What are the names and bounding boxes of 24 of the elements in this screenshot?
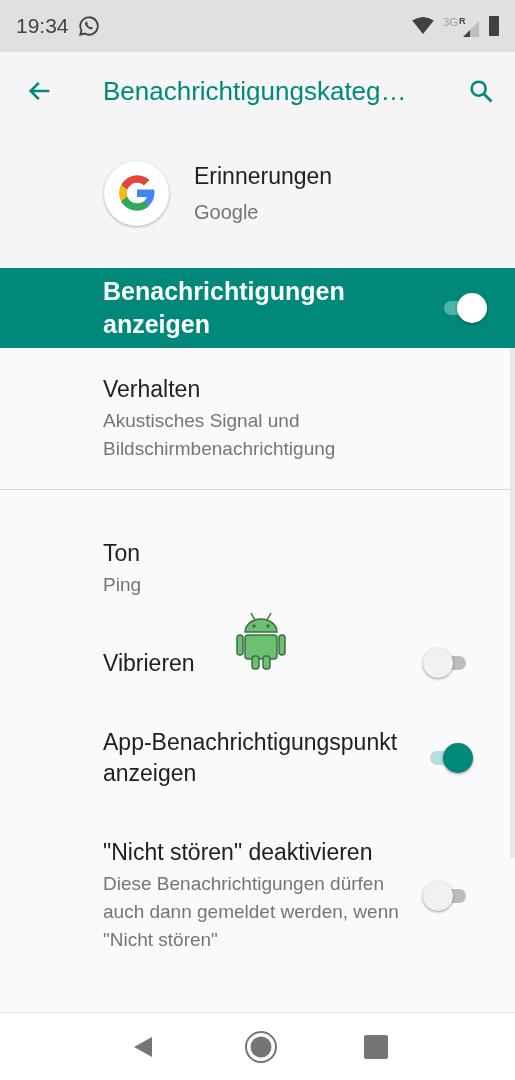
- chat-bubble-icon: [77, 15, 100, 37]
- network-type: 3G: [443, 15, 458, 30]
- master-switch-label: Benachrichtigungen anzeigen: [103, 276, 346, 340]
- setting-title: App-Benachrichtigungspunkt anzeigen: [103, 728, 399, 788]
- home-button[interactable]: [243, 1029, 278, 1064]
- app-name: Erinnerungen: [194, 161, 333, 191]
- setting-title: Ton: [103, 539, 142, 568]
- setting-summary: Akustisches Signal und Bildschirmbenachrichtigung: [103, 409, 337, 461]
- setting-summary: Diese Benachrichtigungen dürfen auch dann gemeldet werden, wenn "Nicht stören": [103, 872, 400, 952]
- wifi-icon: [411, 17, 436, 35]
- search-icon: [467, 77, 495, 105]
- app-icon: [104, 160, 169, 226]
- setting-title: Verhalten: [103, 375, 202, 404]
- setting-title: "Nicht stören" deaktivieren: [103, 838, 374, 867]
- signal-icon: [463, 21, 479, 37]
- battery-icon: [489, 16, 499, 36]
- recents-button[interactable]: [363, 1034, 388, 1059]
- setting-summary: Ping: [103, 573, 143, 597]
- roaming-indicator: R: [459, 17, 466, 26]
- screen-title: Benachrichtigungskateg…: [103, 74, 407, 108]
- app-publisher: Google: [194, 200, 260, 226]
- setting-title: Vibrieren: [103, 648, 196, 678]
- clock: 19:34: [16, 13, 69, 40]
- master-switch-bar[interactable]: Benachrichtigungen anzeigen: [0, 268, 515, 348]
